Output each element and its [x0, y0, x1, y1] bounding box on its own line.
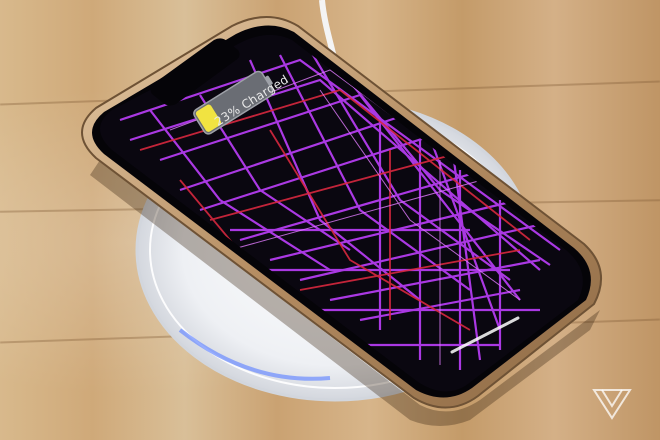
- publication-logo-icon: [592, 389, 632, 420]
- phone-illustration: [81, 0, 602, 426]
- photo-scene: 23% Charged: [0, 0, 660, 440]
